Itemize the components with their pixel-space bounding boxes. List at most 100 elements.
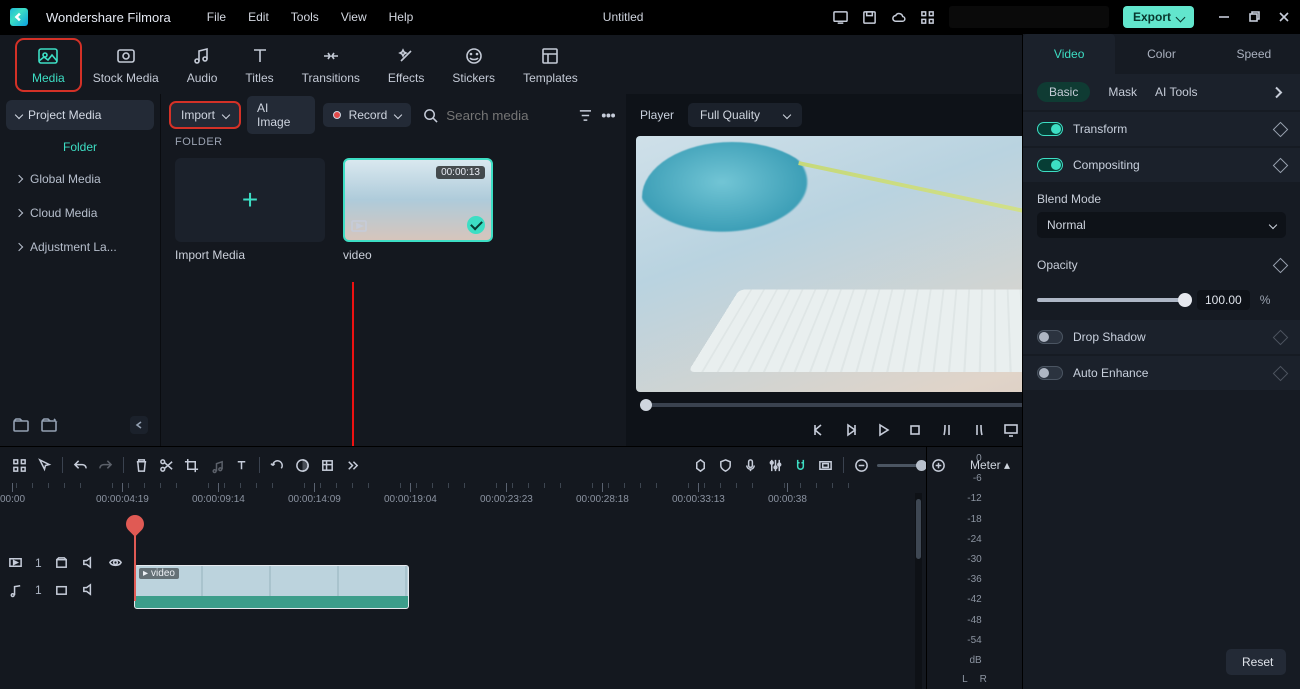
media-tile-video[interactable]: 00:00:13 video	[343, 158, 493, 262]
search-box[interactable]	[419, 104, 570, 127]
import-tile[interactable]: + Import Media	[175, 158, 325, 262]
undo-icon[interactable]	[73, 458, 88, 473]
chevron-right-icon[interactable]	[1271, 85, 1286, 100]
transform-toggle[interactable]	[1037, 122, 1063, 136]
compositing-row[interactable]: Compositing	[1023, 148, 1300, 182]
zoom-out-icon[interactable]	[854, 458, 869, 473]
playhead[interactable]	[134, 517, 136, 601]
save-icon[interactable]	[862, 10, 877, 25]
opacity-value[interactable]: 100.00	[1197, 290, 1250, 310]
autoenhance-toggle[interactable]	[1037, 366, 1063, 380]
text-icon[interactable]	[234, 458, 249, 473]
track-lane-area[interactable]: ▸ video	[132, 517, 1022, 601]
sidebar-item-global[interactable]: Global Media	[6, 164, 154, 194]
sidebar-item-cloud[interactable]: Cloud Media	[6, 198, 154, 228]
collapse-sidebar-icon[interactable]	[130, 416, 148, 434]
new-bin-icon[interactable]	[40, 416, 58, 434]
window-restore-icon[interactable]	[1248, 11, 1260, 23]
inspector-tab-speed[interactable]: Speed	[1208, 34, 1300, 74]
compositing-toggle[interactable]	[1037, 158, 1063, 172]
blend-select[interactable]: Normal	[1037, 212, 1286, 238]
speed-icon[interactable]	[209, 458, 224, 473]
shield-icon[interactable]	[718, 458, 733, 473]
tab-transitions[interactable]: Transitions	[288, 41, 374, 89]
menu-edit[interactable]: Edit	[248, 10, 269, 24]
delete-icon[interactable]	[134, 458, 149, 473]
crop2-icon[interactable]	[320, 458, 335, 473]
rotate-icon[interactable]	[270, 458, 285, 473]
subtab-ai-tools[interactable]: AI Tools	[1155, 85, 1197, 99]
keyframe-icon[interactable]	[1273, 121, 1289, 137]
keyframe-icon[interactable]	[1273, 329, 1289, 345]
mute-icon[interactable]	[81, 582, 96, 597]
subtab-basic[interactable]: Basic	[1037, 82, 1090, 102]
split-icon[interactable]	[159, 458, 174, 473]
mark-out-icon[interactable]	[971, 422, 987, 438]
inspector-tab-color[interactable]: Color	[1115, 34, 1207, 74]
menu-tools[interactable]: Tools	[291, 10, 319, 24]
menu-help[interactable]: Help	[389, 10, 414, 24]
tab-stickers[interactable]: Stickers	[438, 41, 509, 89]
inspector-tab-video[interactable]: Video	[1023, 34, 1115, 74]
search-input[interactable]	[446, 108, 566, 123]
cloud-icon[interactable]	[891, 10, 906, 25]
monitor-icon[interactable]	[833, 10, 848, 25]
mic-icon[interactable]	[743, 458, 758, 473]
transform-row[interactable]: Transform	[1023, 112, 1300, 146]
mixer-icon[interactable]	[768, 458, 783, 473]
more-icon[interactable]	[601, 108, 616, 123]
zoom-slider[interactable]	[877, 464, 923, 467]
crop-icon[interactable]	[184, 458, 199, 473]
marker-icon[interactable]	[693, 458, 708, 473]
new-folder-icon[interactable]	[12, 416, 30, 434]
tab-audio[interactable]: Audio	[173, 41, 232, 89]
sidebar-item-adjustment[interactable]: Adjustment La...	[6, 232, 154, 262]
tab-templates[interactable]: Templates	[509, 41, 592, 89]
keyframe-icon[interactable]	[1273, 365, 1289, 381]
account-pill[interactable]	[949, 6, 1109, 28]
eye-icon[interactable]	[108, 555, 123, 570]
quality-select[interactable]: Full Quality	[688, 103, 802, 127]
apps-icon[interactable]	[920, 10, 935, 25]
timeline-clip[interactable]: ▸ video	[134, 565, 409, 609]
play-reverse-icon[interactable]	[843, 422, 859, 438]
tab-media[interactable]: Media	[18, 41, 79, 89]
tab-titles[interactable]: Titles	[231, 41, 287, 89]
color-icon[interactable]	[295, 458, 310, 473]
menu-view[interactable]: View	[341, 10, 367, 24]
mute-icon[interactable]	[81, 555, 96, 570]
cursor-icon[interactable]	[37, 458, 52, 473]
folder-label[interactable]: Folder	[6, 134, 154, 160]
keyframe-icon[interactable]	[1273, 257, 1289, 273]
filter-icon[interactable]	[578, 108, 593, 123]
autoenhance-row[interactable]: Auto Enhance	[1023, 356, 1300, 390]
export-button[interactable]: Export	[1123, 6, 1194, 28]
menu-file[interactable]: File	[207, 10, 226, 24]
more-tools-icon[interactable]	[345, 458, 360, 473]
tab-stock-media[interactable]: Stock Media	[79, 41, 173, 89]
import-button[interactable]: Import	[171, 103, 239, 127]
timeline-ruler[interactable]: 00:0000:00:04:1900:00:09:1400:00:14:0900…	[0, 483, 1022, 517]
keyframe-icon[interactable]	[1273, 157, 1289, 173]
play-icon[interactable]	[875, 422, 891, 438]
record-button[interactable]: Record	[323, 103, 412, 127]
subtab-mask[interactable]: Mask	[1108, 85, 1137, 99]
tab-effects[interactable]: Effects	[374, 41, 438, 89]
ratio-icon[interactable]	[818, 458, 833, 473]
display-icon[interactable]	[1003, 422, 1019, 438]
window-minimize-icon[interactable]	[1218, 11, 1230, 23]
prev-frame-icon[interactable]	[811, 422, 827, 438]
dropshadow-row[interactable]: Drop Shadow	[1023, 320, 1300, 354]
timeline-scrollbar[interactable]	[915, 493, 922, 689]
ai-image-button[interactable]: AI Image	[247, 96, 315, 134]
mark-in-icon[interactable]	[939, 422, 955, 438]
grid-icon[interactable]	[12, 458, 27, 473]
dropshadow-toggle[interactable]	[1037, 330, 1063, 344]
project-media-button[interactable]: Project Media	[6, 100, 154, 130]
opacity-slider[interactable]	[1037, 298, 1187, 302]
reset-button[interactable]: Reset	[1226, 649, 1286, 675]
window-close-icon[interactable]	[1278, 11, 1290, 23]
stop-icon[interactable]	[907, 422, 923, 438]
magnet-icon[interactable]	[793, 458, 808, 473]
redo-icon[interactable]	[98, 458, 113, 473]
